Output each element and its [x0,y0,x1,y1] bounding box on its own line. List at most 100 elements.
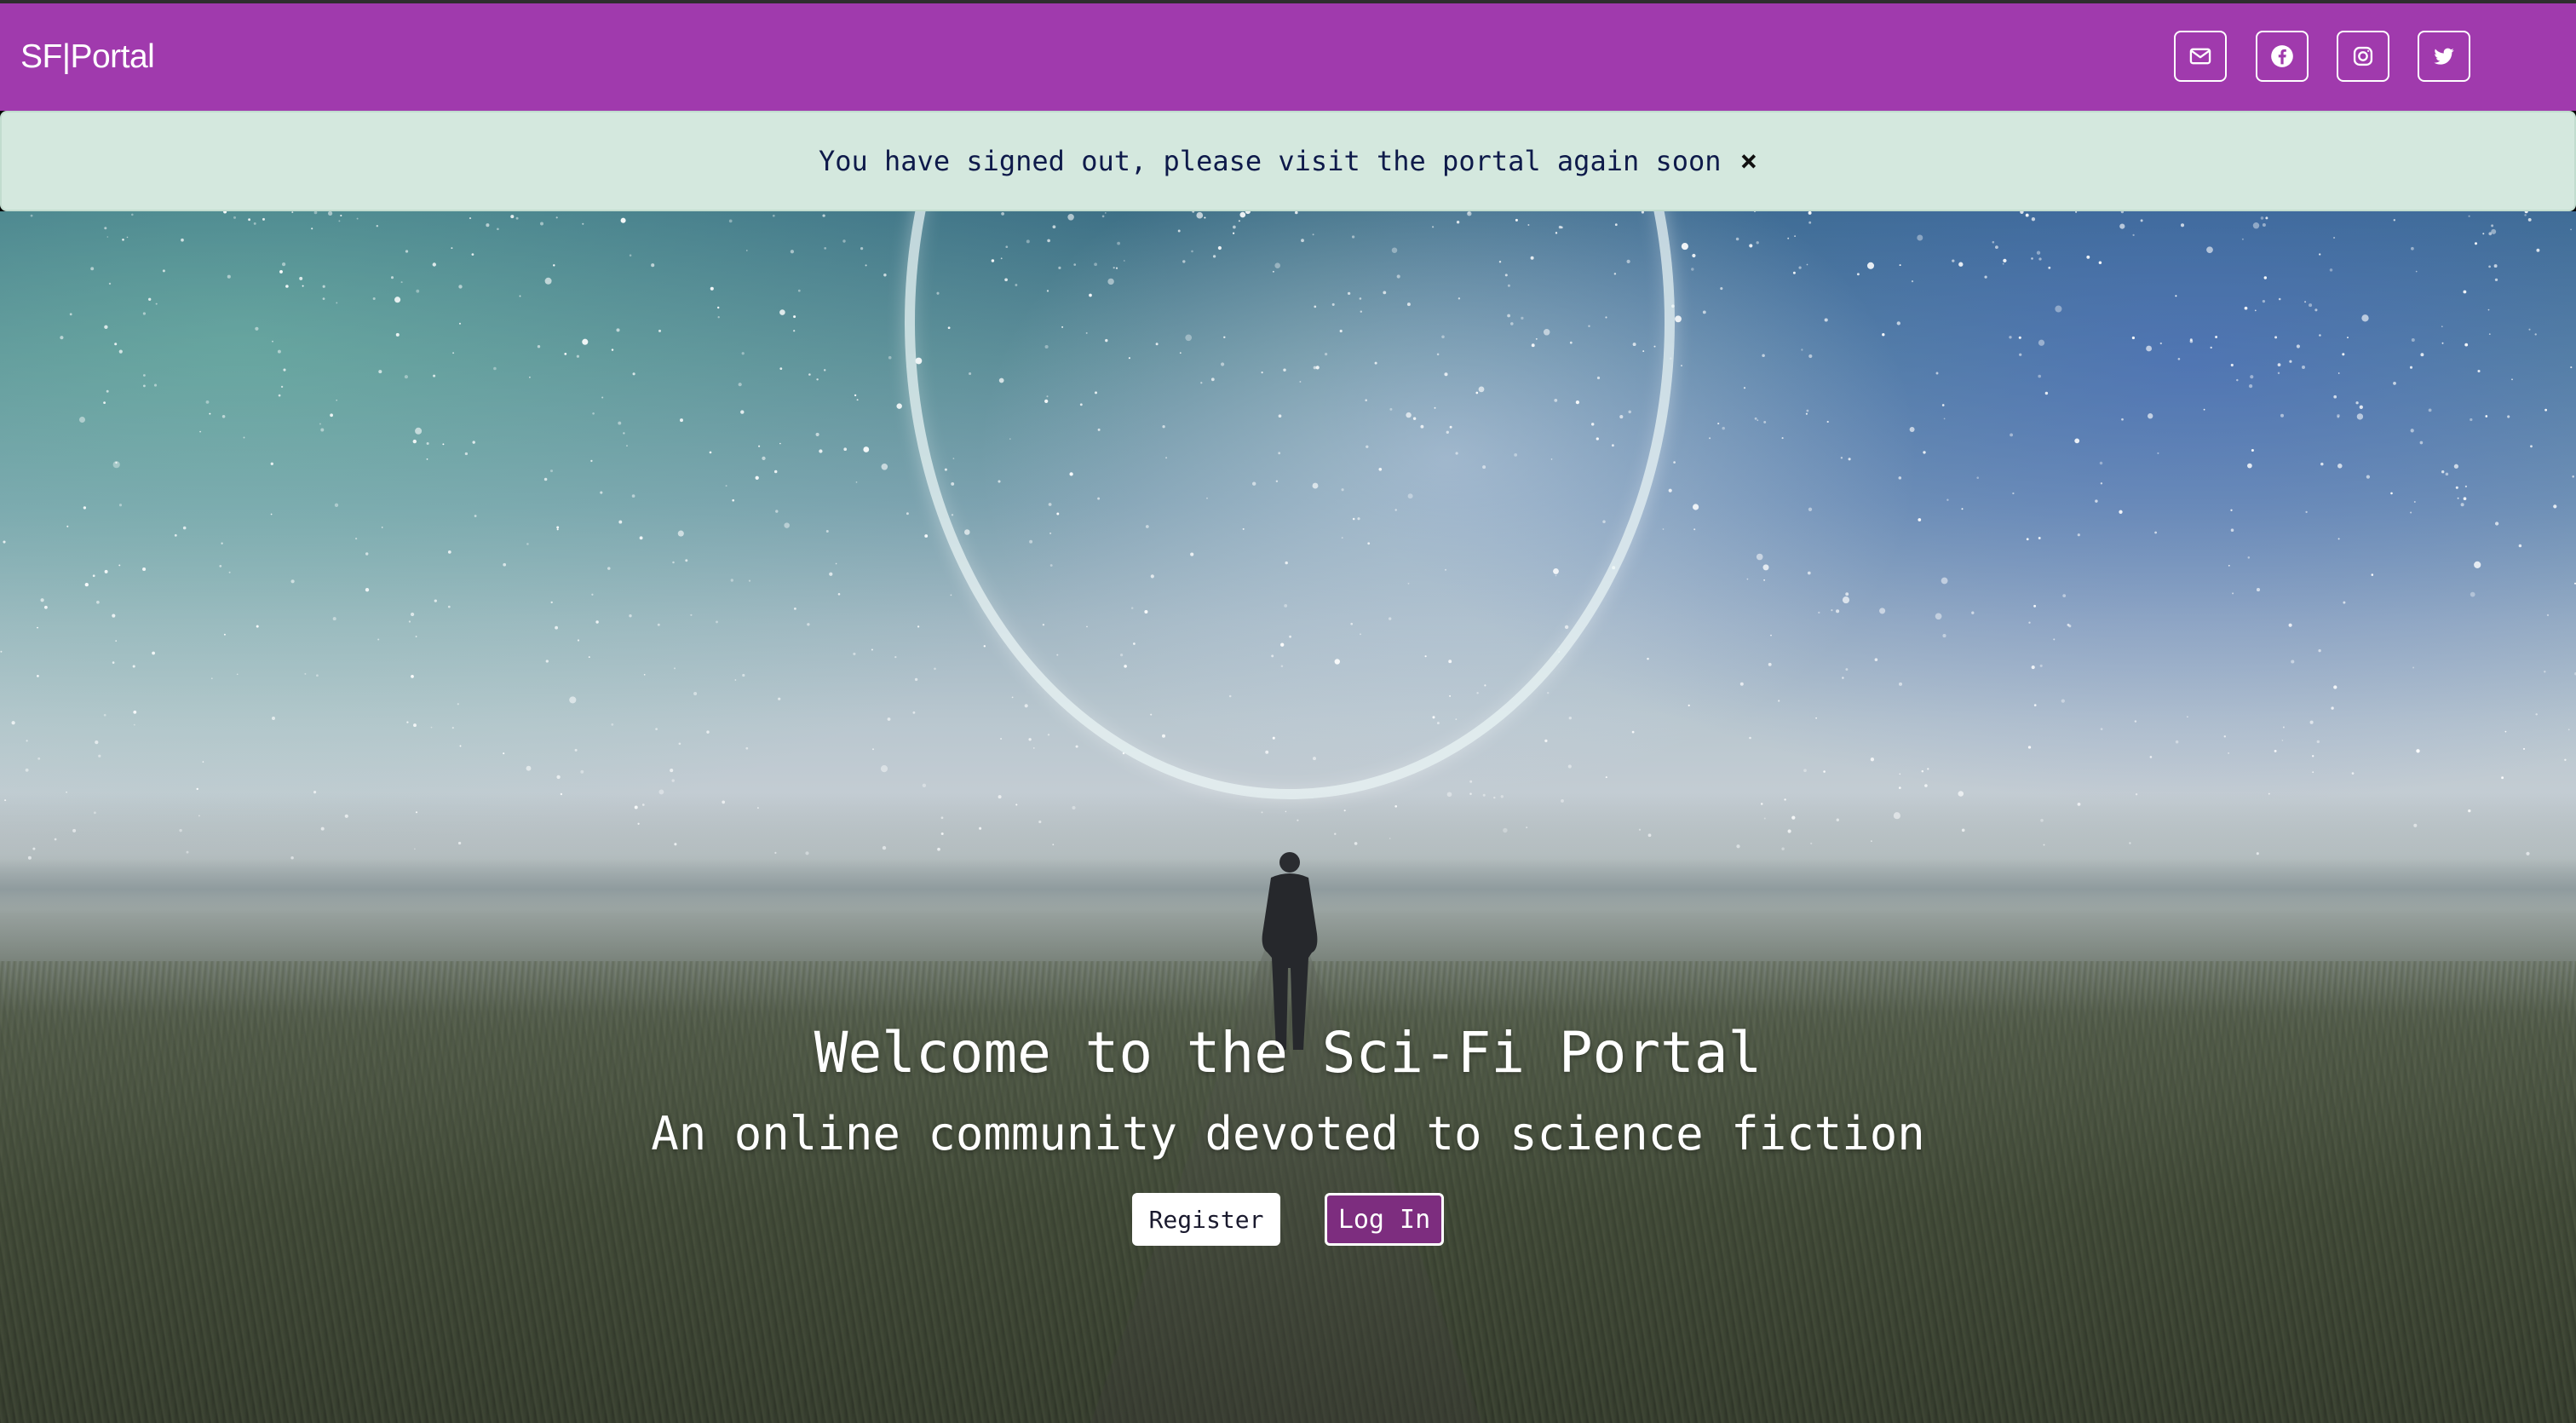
star [555,216,558,219]
star [677,530,684,537]
login-button[interactable]: Log In [1325,1193,1444,1246]
star [2131,336,2136,340]
star [2241,238,2244,240]
star [162,269,165,273]
brand-logo[interactable]: SF|Portal [20,36,155,78]
star [2464,485,2468,488]
star [2411,246,2414,251]
star [2031,217,2036,222]
star [340,214,342,217]
star [1801,349,1803,351]
twitter-button[interactable] [2418,31,2470,82]
star [1568,717,1572,720]
star [365,552,369,556]
twitter-icon [2432,44,2456,68]
star [678,742,681,746]
star [576,354,580,358]
star [112,614,116,618]
star [1879,608,1886,614]
star [1976,476,1979,479]
star [1924,784,1928,787]
instagram-button[interactable] [2337,31,2389,82]
star [549,470,554,473]
facebook-button[interactable] [2256,31,2309,82]
star [290,579,295,584]
star [2187,716,2188,718]
star [1544,739,1548,743]
mail-button[interactable] [2174,31,2227,82]
star [629,254,632,256]
star [2053,638,2056,641]
alert-close-button[interactable]: × [1740,147,1757,176]
star [255,326,259,331]
star [106,236,109,238]
star [279,269,283,274]
star [2493,264,2498,268]
star [2157,452,2159,454]
star [2003,258,2007,263]
star [411,675,414,678]
star [853,652,856,655]
star [824,247,827,250]
star [104,227,107,230]
star [2062,594,2067,597]
star [262,217,265,221]
star [835,562,837,565]
star [311,228,313,230]
star [1898,682,1903,686]
star [894,655,897,659]
star [1567,764,1572,769]
star [706,730,710,734]
star [2553,504,2557,509]
star [819,449,823,453]
star [2518,544,2522,548]
star [356,217,359,220]
star [1971,611,1975,614]
star [26,740,28,742]
star [2570,366,2573,369]
star [2033,704,2037,706]
star [2413,501,2416,503]
star [2100,728,2103,730]
star [2347,337,2349,339]
star [709,451,712,454]
star [1935,372,1939,375]
star [458,322,462,325]
star [2025,213,2029,217]
star [564,353,567,355]
star [860,246,864,251]
star [406,721,409,723]
star [447,550,451,554]
star [1028,738,1032,741]
star [740,410,745,414]
star [732,498,735,502]
star [40,598,44,602]
star [555,625,558,630]
star [2343,601,2346,604]
star [2260,216,2264,220]
star [2329,268,2333,272]
star [1675,315,1682,323]
star [2262,222,2266,228]
star [2232,592,2234,595]
star [227,274,231,279]
star [2337,372,2340,374]
star [2333,395,2337,399]
star [2121,418,2124,421]
star [376,224,379,228]
star [2491,224,2494,228]
star [1952,259,1955,262]
star [221,415,226,418]
star [90,267,95,271]
star [745,746,749,750]
register-button[interactable]: Register [1132,1193,1280,1246]
star [843,447,848,452]
star [1896,321,1900,326]
star [299,276,303,280]
star [2524,211,2528,214]
star [320,428,325,432]
star [404,375,408,379]
star [779,309,785,315]
star [1935,613,1942,620]
star [582,338,589,345]
